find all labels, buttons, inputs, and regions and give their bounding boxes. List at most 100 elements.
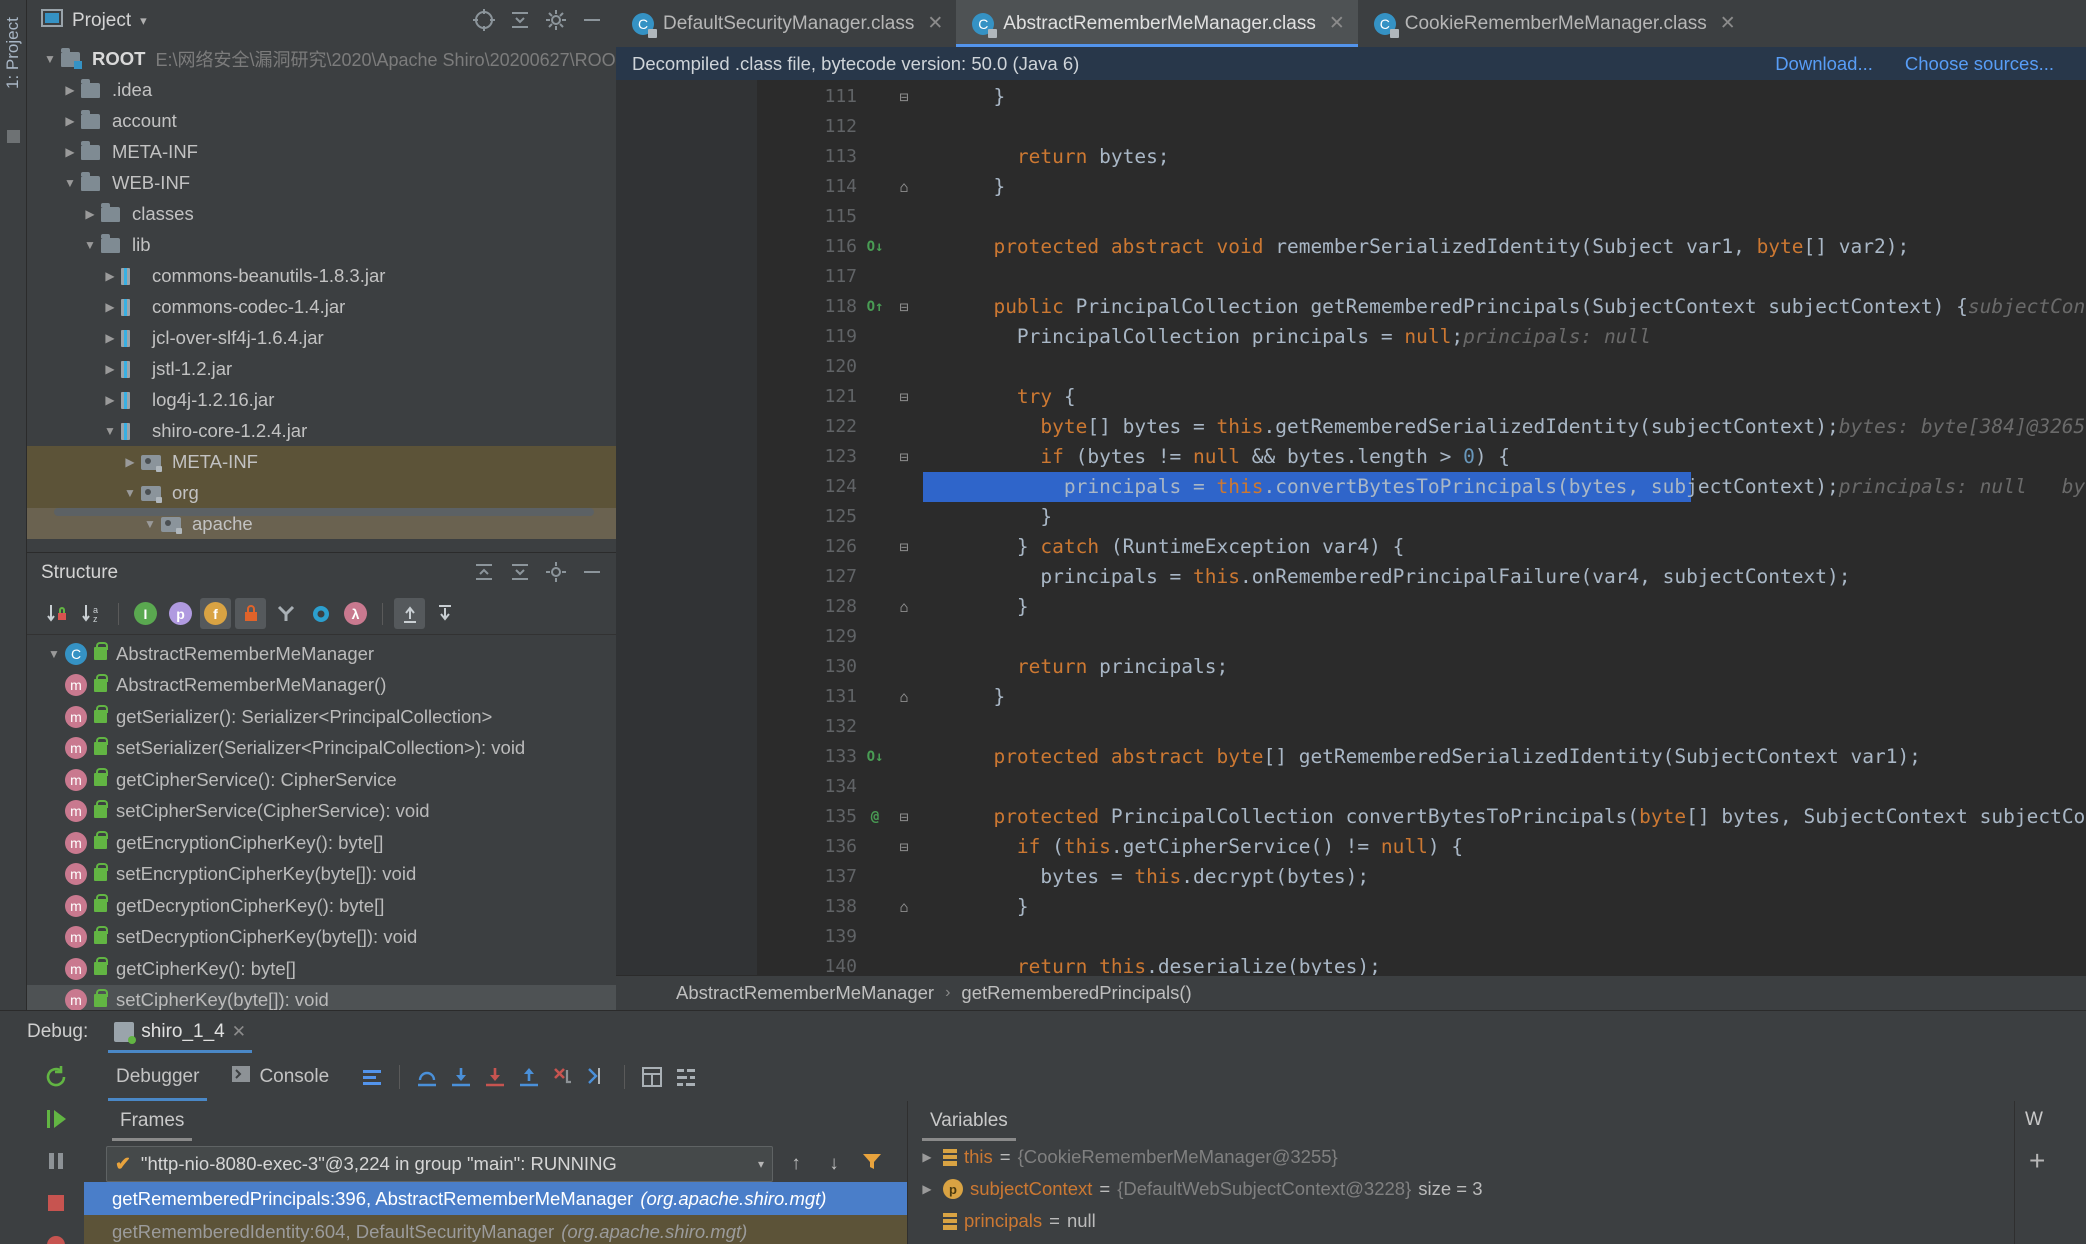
locate-icon[interactable] xyxy=(472,8,498,34)
structure-list-item[interactable]: m AbstractRememberMeManager() xyxy=(27,670,616,702)
code-line[interactable]: 128 ⌂ } xyxy=(824,592,2086,622)
breadcrumb-method[interactable]: getRememberedPrincipals() xyxy=(961,982,1191,1004)
tab-watches-label[interactable]: W xyxy=(2015,1101,2086,1131)
editor-code-area[interactable]: 111 ⊟ } 112 113 return bytes; 114 ⌂ } 115 116 O↓… xyxy=(757,80,2086,975)
gear-icon[interactable] xyxy=(544,8,570,34)
drop-frame-icon[interactable] xyxy=(546,1060,580,1094)
fold-marker[interactable]: ⌂ xyxy=(895,592,913,622)
chevron-right-icon[interactable]: ▶ xyxy=(918,1182,936,1196)
mute-breakpoints-icon[interactable] xyxy=(355,1060,389,1094)
structure-list[interactable]: ▼ C AbstractRememberMeManager m AbstractReme… xyxy=(27,635,616,1016)
code-line[interactable]: 135 @ ⊟ protected PrincipalCollection conv… xyxy=(824,802,2086,832)
code-line[interactable]: 112 xyxy=(824,112,2086,142)
show-non-public-icon[interactable] xyxy=(235,598,266,629)
frame-row[interactable]: getRememberedPrincipals:396, AbstractRem… xyxy=(84,1182,907,1215)
close-icon[interactable]: ✕ xyxy=(927,12,943,35)
project-tree-node[interactable]: ▶ commons-codec-1.4.jar xyxy=(27,291,616,322)
debug-session-tab[interactable]: shiro_1_4 ✕ xyxy=(108,1011,252,1053)
chevron-down-icon[interactable]: ▼ xyxy=(43,647,65,661)
collapse-all-icon[interactable] xyxy=(508,8,534,34)
code-line[interactable]: 127 principals = this.onRememberedPrinci… xyxy=(824,562,2086,592)
chevron-right-icon[interactable]: ▶ xyxy=(99,269,121,283)
code-line[interactable]: 129 xyxy=(824,622,2086,652)
code-line[interactable]: 124 principals = this.convertBytesToPrin… xyxy=(824,472,2086,502)
fold-marker[interactable]: ⊟ xyxy=(895,442,913,472)
stop-icon[interactable] xyxy=(39,1189,73,1217)
project-tree-node[interactable]: ▶ commons-beanutils-1.8.3.jar xyxy=(27,260,616,291)
thread-select[interactable]: ✔ "http-nio-8080-exec-3"@3,224 in group … xyxy=(106,1146,773,1182)
collapse-all-icon[interactable] xyxy=(508,560,534,586)
project-tree-node[interactable]: ▼ WEB-INF xyxy=(27,167,616,198)
variable-row[interactable]: principals = null xyxy=(908,1205,2014,1237)
fold-marker[interactable]: ⌂ xyxy=(895,892,913,922)
hide-panel-icon[interactable] xyxy=(580,8,606,34)
code-line[interactable]: 117 xyxy=(824,262,2086,292)
code-line[interactable]: 116 O↓ protected abstract void rememberSe… xyxy=(824,232,2086,262)
project-tree-node[interactable]: ▶ classes xyxy=(27,198,616,229)
chevron-down-icon[interactable]: ▼ xyxy=(99,424,121,438)
chevron-right-icon[interactable]: ▶ xyxy=(99,362,121,376)
project-tree-node[interactable]: ▼ org xyxy=(27,477,616,508)
variable-row[interactable]: ▶bytes={byte[384]@3265} xyxy=(908,1237,2014,1244)
step-out-icon[interactable] xyxy=(512,1060,546,1094)
run-to-cursor-icon[interactable] xyxy=(580,1060,614,1094)
chevron-down-icon[interactable]: ▼ xyxy=(79,238,101,252)
code-line[interactable]: 122 byte[] bytes = this.getRememberedSer… xyxy=(824,412,2086,442)
chevron-right-icon[interactable]: ▶ xyxy=(59,114,81,128)
chevron-right-icon[interactable]: ▶ xyxy=(99,331,121,345)
close-icon[interactable]: ✕ xyxy=(1329,12,1345,35)
strip-button-project[interactable]: 1: Project xyxy=(3,17,23,89)
chevron-right-icon[interactable]: ▶ xyxy=(119,455,141,469)
chevron-down-icon[interactable]: ▼ xyxy=(39,52,61,66)
code-line[interactable]: 139 xyxy=(824,922,2086,952)
show-inherited-icon[interactable]: I xyxy=(130,598,161,629)
code-line[interactable]: 132 xyxy=(824,712,2086,742)
code-line[interactable]: 123 ⊟ if (bytes != null && bytes.length >… xyxy=(824,442,2086,472)
tab-frames[interactable]: Frames xyxy=(112,1101,193,1141)
fold-marker[interactable]: ⊟ xyxy=(895,382,913,412)
hide-panel-icon[interactable] xyxy=(580,560,606,586)
code-line[interactable]: 131 ⌂ } xyxy=(824,682,2086,712)
collapse-all-icon[interactable] xyxy=(429,598,460,629)
code-line[interactable]: 111 ⊟ } xyxy=(824,82,2086,112)
breadcrumb-class[interactable]: AbstractRememberMeManager xyxy=(676,982,934,1004)
structure-list-item[interactable]: m getEncryptionCipherKey(): byte[] xyxy=(27,827,616,859)
project-tree-node[interactable]: ▶ .idea xyxy=(27,74,616,105)
structure-list-item[interactable]: ▼ C AbstractRememberMeManager xyxy=(27,638,616,670)
gutter-marker[interactable]: @ xyxy=(863,802,887,832)
structure-list-item[interactable]: m getCipherService(): CipherService xyxy=(27,764,616,796)
chevron-right-icon[interactable]: ▶ xyxy=(79,207,101,221)
code-line[interactable]: 119 PrincipalCollection principals = nul… xyxy=(824,322,2086,352)
project-tree-hscrollbar[interactable] xyxy=(54,508,594,516)
project-tree-node[interactable]: ▶ jcl-over-slf4j-1.6.4.jar xyxy=(27,322,616,353)
frame-up-button[interactable]: ↑ xyxy=(781,1153,811,1175)
code-line[interactable]: 113 return bytes; xyxy=(824,142,2086,172)
code-line[interactable]: 138 ⌂ } xyxy=(824,892,2086,922)
fold-marker[interactable]: ⊟ xyxy=(895,532,913,562)
step-into-icon[interactable] xyxy=(444,1060,478,1094)
structure-list-item[interactable]: m getCipherKey(): byte[] xyxy=(27,953,616,985)
project-tree-node[interactable]: ▶ META-INF xyxy=(27,446,616,477)
code-line[interactable]: 133 O↓ protected abstract byte[] getRemem… xyxy=(824,742,2086,772)
code-line[interactable]: 130 return principals; xyxy=(824,652,2086,682)
chevron-down-icon[interactable]: ▼ xyxy=(119,486,141,500)
project-tree-node[interactable]: ▶ META-INF xyxy=(27,136,616,167)
code-line[interactable]: 115 xyxy=(824,202,2086,232)
code-line[interactable]: 134 xyxy=(824,772,2086,802)
show-interfaces-icon[interactable] xyxy=(305,598,336,629)
variable-row[interactable]: ▶ this = {CookieRememberMeManager@3255} xyxy=(908,1141,2014,1173)
editor-fold-column[interactable] xyxy=(731,80,757,975)
structure-list-item[interactable]: m getSerializer(): Serializer<PrincipalCo… xyxy=(27,701,616,733)
chevron-right-icon[interactable]: ▶ xyxy=(59,145,81,159)
variable-row[interactable]: ▶ p subjectContext = {DefaultWebSubjectConte… xyxy=(908,1173,2014,1205)
fold-marker[interactable]: ⊟ xyxy=(895,802,913,832)
project-tree-node[interactable]: ▼ ROOT E:\网络安全\漏洞研究\2020\Apache Shiro\2020… xyxy=(27,43,627,74)
chevron-down-icon[interactable]: ▾ xyxy=(140,13,147,29)
fold-marker[interactable]: ⊟ xyxy=(895,292,913,322)
force-step-into-icon[interactable] xyxy=(478,1060,512,1094)
pause-icon[interactable] xyxy=(39,1147,73,1175)
code-line[interactable]: 121 ⊟ try { xyxy=(824,382,2086,412)
gutter-marker[interactable]: O↓ xyxy=(863,232,887,262)
structure-list-item[interactable]: m setCipherService(CipherService): void xyxy=(27,796,616,828)
fold-marker[interactable]: ⌂ xyxy=(895,172,913,202)
